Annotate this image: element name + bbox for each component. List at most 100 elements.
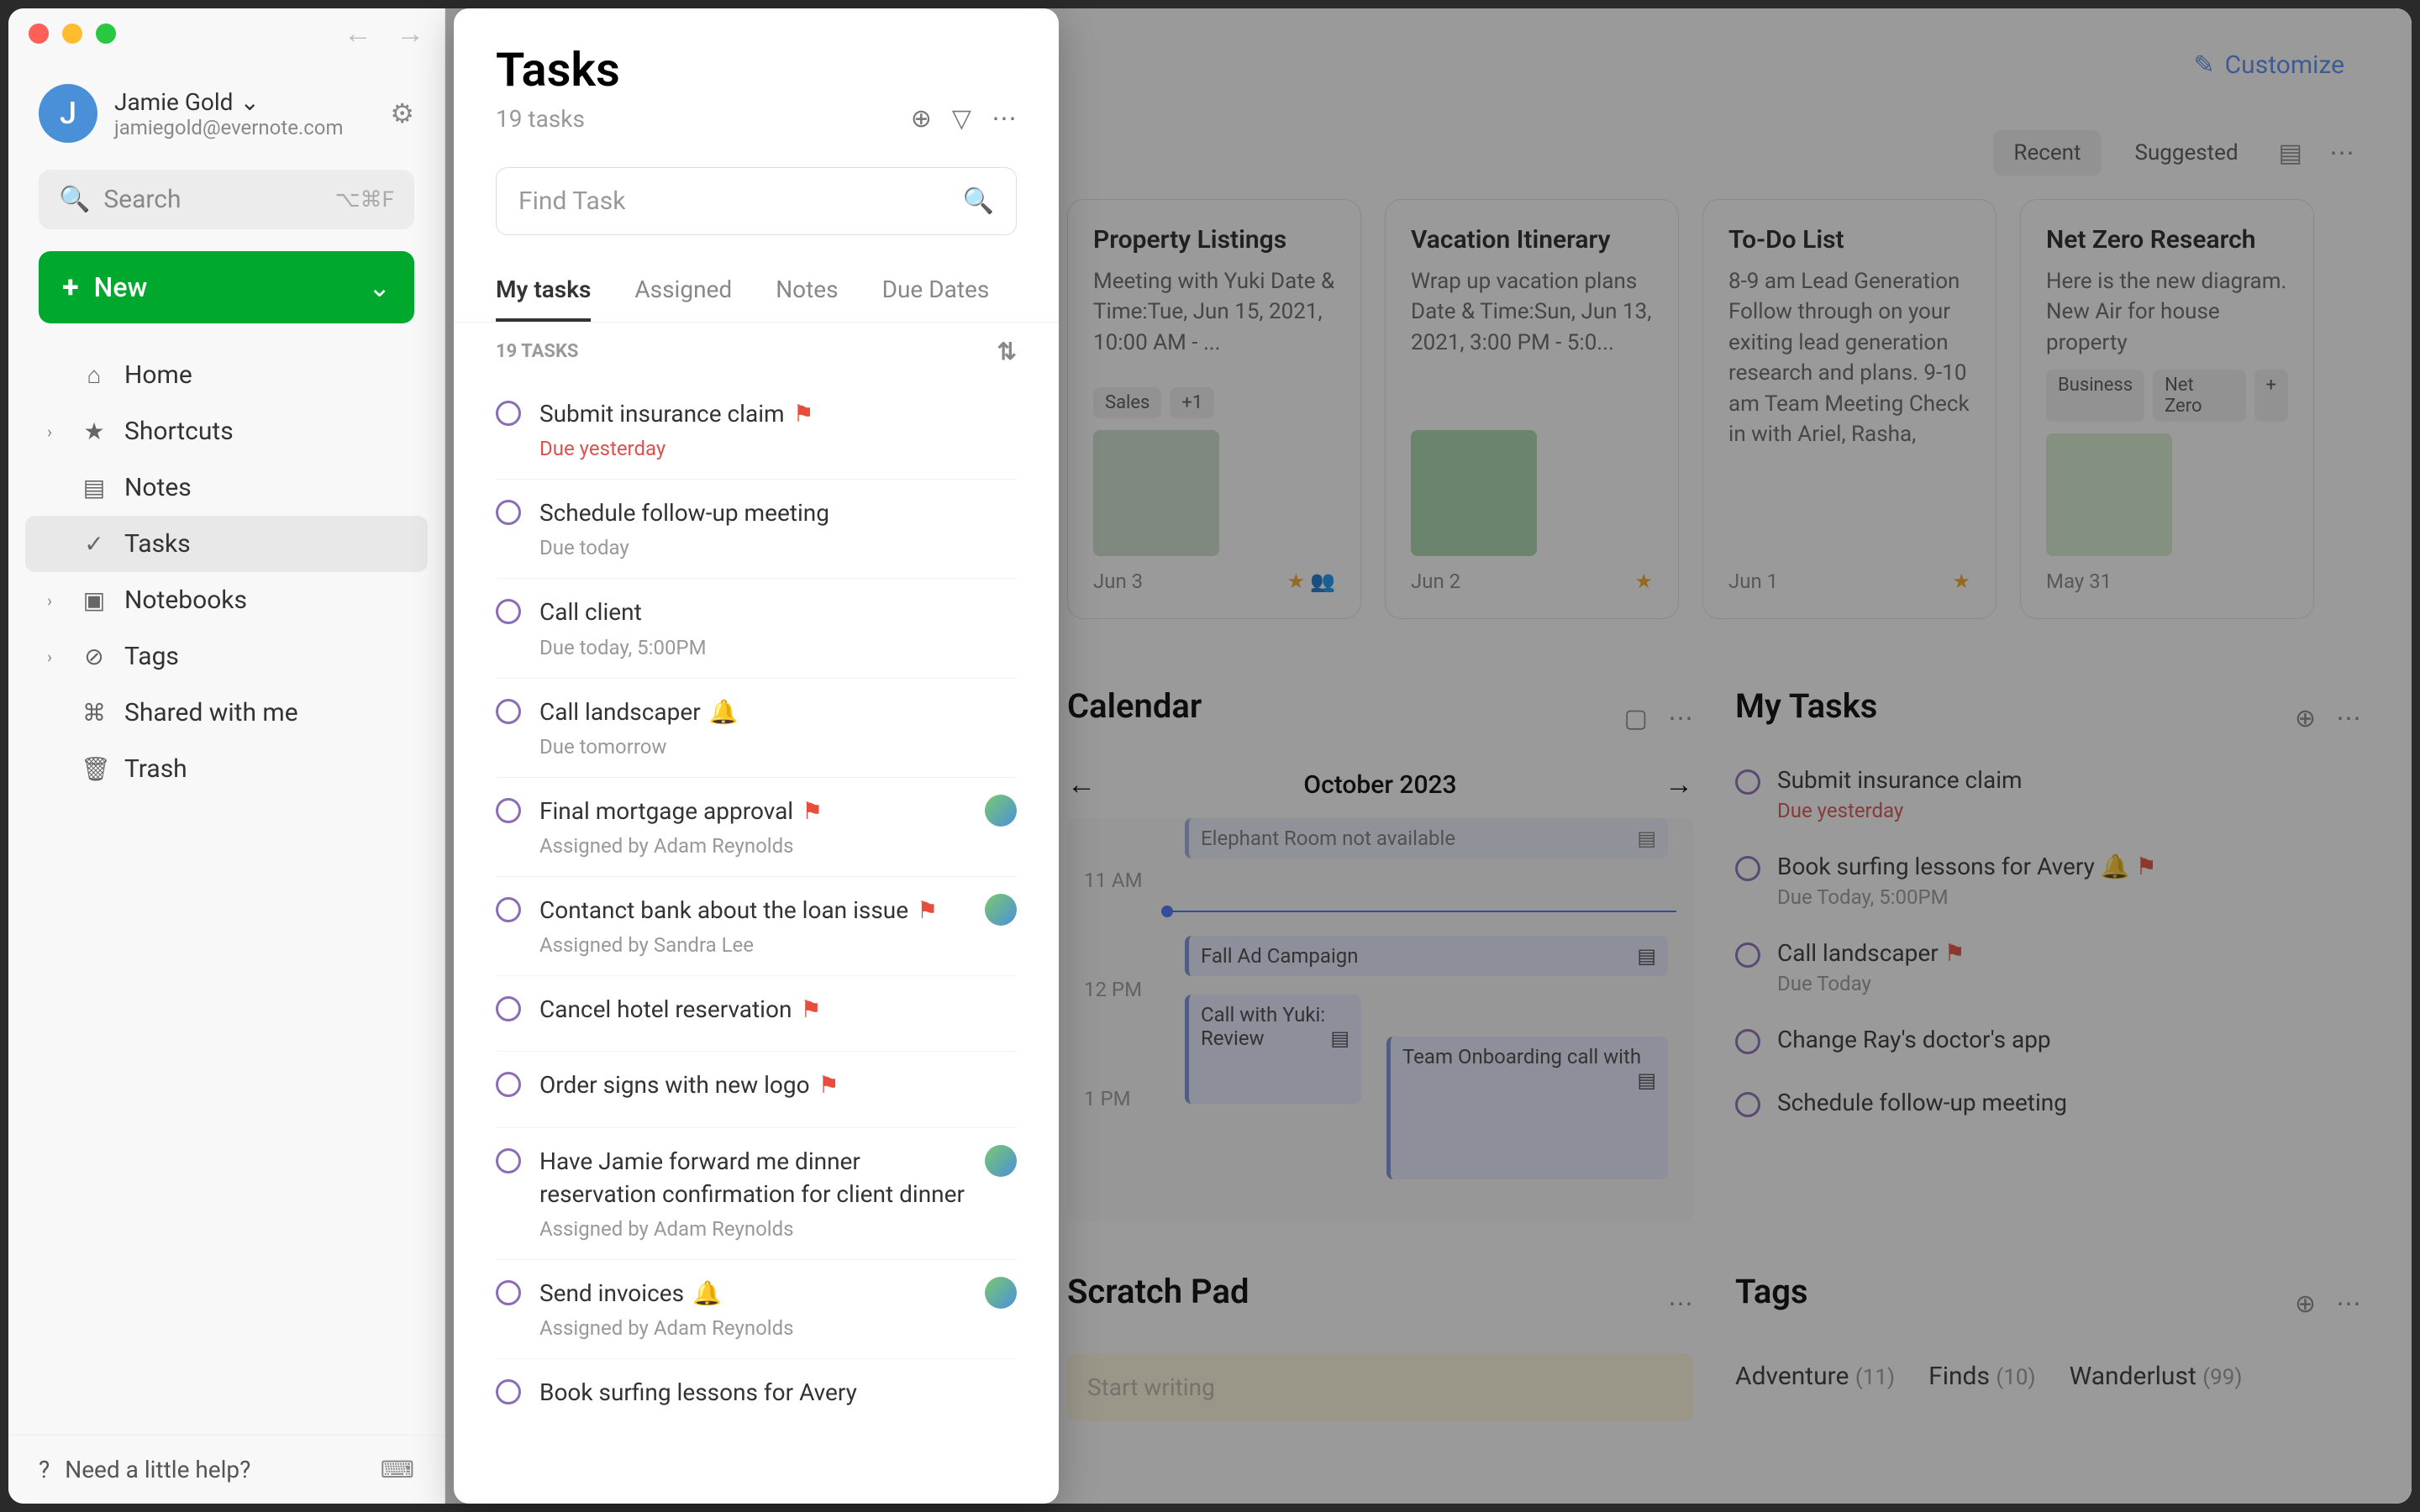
nav-label: Tasks	[124, 529, 191, 559]
task-checkbox[interactable]	[496, 500, 521, 525]
profile-section[interactable]: J Jamie Gold ⌄ jamiegold@evernote.com ⚙	[8, 59, 445, 160]
nav-forward-button[interactable]: →	[396, 17, 424, 50]
task-row[interactable]: Call landscaper 🔔Due tomorrow	[496, 679, 1017, 778]
task-row[interactable]: Cancel hotel reservation ⚑	[496, 976, 1017, 1052]
filter-button[interactable]: ▽	[952, 104, 971, 134]
find-task-input[interactable]: Find Task 🔍	[496, 167, 1017, 235]
task-row[interactable]: Call clientDue today, 5:00PM	[496, 579, 1017, 678]
task-title: Call landscaper	[539, 696, 701, 728]
task-tabs: My tasks Assigned Notes Due Dates	[454, 260, 1059, 323]
task-title: Call client	[539, 596, 642, 628]
search-shortcut: ⌥⌘F	[335, 187, 394, 213]
nav-back-button[interactable]: ←	[344, 17, 372, 50]
add-task-button[interactable]: ⊕	[911, 104, 932, 134]
task-checkbox[interactable]	[496, 699, 521, 724]
tab-my-tasks[interactable]: My tasks	[496, 260, 591, 322]
task-checkbox[interactable]	[496, 1280, 521, 1305]
task-row[interactable]: Send invoices 🔔Assigned by Adam Reynolds	[496, 1260, 1017, 1359]
task-row[interactable]: Order signs with new logo ⚑	[496, 1052, 1017, 1127]
task-checkbox[interactable]	[496, 1072, 521, 1097]
nav-label: Shared with me	[124, 698, 298, 727]
nav-tasks[interactable]: ✓ Tasks	[25, 516, 428, 572]
trash-icon: 🗑	[81, 755, 108, 783]
nav-shared[interactable]: ⌘ Shared with me	[25, 685, 428, 741]
nav-label: Home	[124, 360, 192, 390]
nav-label: Notebooks	[124, 585, 247, 615]
task-row[interactable]: Contanct bank about the loan issue ⚑Assi…	[496, 877, 1017, 976]
assignee-avatar	[985, 795, 1017, 827]
window-controls	[29, 24, 116, 44]
star-icon: ★	[81, 417, 108, 445]
search-icon: 🔍	[59, 185, 90, 214]
nav-tags[interactable]: ›⊘Tags	[25, 628, 428, 685]
bell-icon: 🔔	[692, 1277, 722, 1310]
fullscreen-window-button[interactable]	[96, 24, 116, 44]
titlebar: ← →	[8, 8, 445, 59]
nav-list: ⌂Home ›★Shortcuts ▤Notes ✓Tasks ›▣Notebo…	[8, 335, 445, 1435]
minimize-window-button[interactable]	[62, 24, 82, 44]
nav-home[interactable]: ⌂Home	[25, 347, 428, 403]
task-row[interactable]: Submit insurance claim ⚑ Due yesterday	[496, 381, 1017, 480]
task-meta: Assigned by Adam Reynolds	[539, 1217, 966, 1241]
search-icon: 🔍	[963, 186, 994, 216]
task-meta: Assigned by Adam Reynolds	[539, 834, 966, 858]
task-meta: Due tomorrow	[539, 735, 1017, 759]
task-row[interactable]: Final mortgage approval ⚑Assigned by Ada…	[496, 778, 1017, 877]
task-checkbox[interactable]	[496, 401, 521, 426]
nav-label: Trash	[124, 754, 187, 784]
task-title: Have Jamie forward me dinner reservation…	[539, 1145, 966, 1210]
find-placeholder: Find Task	[518, 186, 625, 216]
search-input[interactable]: 🔍 Search ⌥⌘F	[39, 170, 414, 229]
popover-title: Tasks	[496, 42, 1017, 97]
flag-icon: ⚑	[917, 894, 938, 927]
nav-trash[interactable]: 🗑 Trash	[25, 741, 428, 797]
task-checkbox[interactable]	[496, 798, 521, 823]
task-row[interactable]: Have Jamie forward me dinner reservation…	[496, 1128, 1017, 1260]
flag-icon: ⚑	[793, 397, 814, 430]
task-checkbox[interactable]	[496, 1148, 521, 1173]
chevron-right-icon[interactable]: ›	[47, 647, 64, 667]
new-button-label: New	[94, 271, 148, 303]
chevron-right-icon[interactable]: ›	[47, 422, 64, 442]
task-row[interactable]: Schedule follow-up meetingDue today	[496, 480, 1017, 579]
assignee-avatar	[985, 1145, 1017, 1177]
task-list: Submit insurance claim ⚑ Due yesterday Sch…	[454, 381, 1059, 1504]
tab-assigned[interactable]: Assigned	[634, 260, 732, 322]
tab-due-dates[interactable]: Due Dates	[882, 260, 990, 322]
task-checkbox[interactable]	[496, 599, 521, 624]
check-circle-icon: ✓	[81, 530, 108, 558]
task-meta: Due yesterday	[539, 437, 1017, 460]
profile-name: Jamie Gold	[114, 88, 233, 116]
avatar: J	[39, 84, 97, 143]
gear-icon[interactable]: ⚙	[390, 97, 414, 129]
nav-notes[interactable]: ▤Notes	[25, 459, 428, 516]
task-title: Cancel hotel reservation	[539, 993, 792, 1026]
search-placeholder: Search	[103, 185, 181, 214]
task-checkbox[interactable]	[496, 1379, 521, 1404]
nav-label: Tags	[124, 642, 179, 671]
task-title: Submit insurance claim	[539, 397, 785, 430]
people-icon: ⌘	[81, 699, 108, 727]
task-checkbox[interactable]	[496, 897, 521, 922]
sidebar: ← → J Jamie Gold ⌄ jamiegold@evernote.co…	[8, 8, 445, 1504]
task-checkbox[interactable]	[496, 996, 521, 1021]
flag-icon: ⚑	[800, 993, 821, 1026]
tab-notes[interactable]: Notes	[776, 260, 838, 322]
section-label: 19 TASKS	[496, 341, 578, 362]
help-row[interactable]: ? Need a little help? ⌨	[8, 1435, 445, 1504]
keyboard-icon[interactable]: ⌨	[381, 1456, 414, 1483]
help-icon: ?	[39, 1456, 50, 1483]
chevron-right-icon[interactable]: ›	[47, 591, 64, 611]
new-button[interactable]: + New ⌄	[39, 251, 414, 323]
close-window-button[interactable]	[29, 24, 49, 44]
task-title: Schedule follow-up meeting	[539, 496, 829, 529]
nav-notebooks[interactable]: ›▣Notebooks	[25, 572, 428, 628]
nav-shortcuts[interactable]: ›★Shortcuts	[25, 403, 428, 459]
task-row[interactable]: Book surfing lessons for Avery	[496, 1359, 1017, 1434]
task-meta: Assigned by Adam Reynolds	[539, 1316, 966, 1340]
help-label: Need a little help?	[65, 1456, 250, 1483]
more-button[interactable]: ⋯	[992, 104, 1017, 134]
flag-icon: ⚑	[818, 1068, 839, 1101]
sort-button[interactable]: ⇅	[997, 338, 1017, 365]
task-count: 19 tasks	[496, 105, 585, 133]
